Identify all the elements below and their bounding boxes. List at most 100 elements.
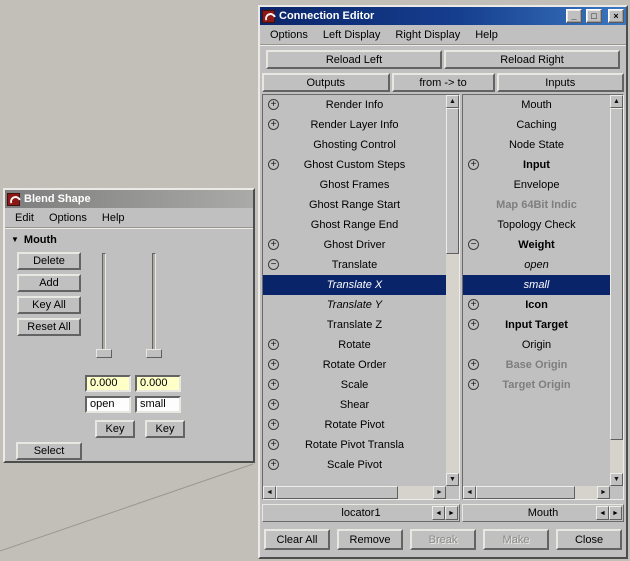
scrollbar-thumb[interactable] bbox=[446, 108, 459, 254]
tree-item-target-origin[interactable]: +Target Origin bbox=[463, 375, 610, 395]
tree-item-shear[interactable]: +Shear bbox=[263, 395, 446, 415]
tree-item-ghost-range-end[interactable]: Ghost Range End bbox=[263, 215, 446, 235]
clear-all-button[interactable]: Clear All bbox=[264, 529, 330, 550]
scroll-left-button[interactable]: ◄ bbox=[263, 486, 276, 499]
expand-icon[interactable]: + bbox=[268, 459, 279, 470]
reset-all-button[interactable]: Reset All bbox=[17, 318, 81, 336]
menu-help[interactable]: Help bbox=[102, 212, 125, 224]
tree-item-translate-y[interactable]: Translate Y bbox=[263, 295, 446, 315]
expand-icon[interactable]: + bbox=[268, 239, 279, 250]
expand-icon[interactable]: + bbox=[268, 379, 279, 390]
tree-item-ghost-range-start[interactable]: Ghost Range Start bbox=[263, 195, 446, 215]
inputs-vertical-scrollbar[interactable]: ▲ ▼ bbox=[610, 95, 623, 486]
expand-icon[interactable]: + bbox=[268, 439, 279, 450]
tree-item-ghost-driver[interactable]: +Ghost Driver bbox=[263, 235, 446, 255]
expand-icon[interactable]: + bbox=[268, 339, 279, 350]
tree-item-render-info[interactable]: +Render Info bbox=[263, 95, 446, 115]
scroll-left-button[interactable]: ◄ bbox=[463, 486, 476, 499]
scroll-down-button[interactable]: ▼ bbox=[446, 473, 459, 486]
outputs-horizontal-scrollbar[interactable]: ◄ ► bbox=[263, 486, 446, 499]
scroll-right-button[interactable]: ► bbox=[433, 486, 446, 499]
menu-options[interactable]: Options bbox=[49, 212, 87, 224]
tree-item-rotate[interactable]: +Rotate bbox=[263, 335, 446, 355]
expand-icon[interactable]: + bbox=[468, 319, 479, 330]
scrollbar-thumb[interactable] bbox=[476, 486, 575, 499]
tree-item-node-state[interactable]: Node State bbox=[463, 135, 610, 155]
select-button[interactable]: Select bbox=[16, 442, 82, 460]
tree-item-open[interactable]: open bbox=[463, 255, 610, 275]
node-scroll-left-button[interactable]: ◄ bbox=[432, 506, 445, 520]
delete-button[interactable]: Delete bbox=[17, 252, 81, 270]
scroll-up-button[interactable]: ▲ bbox=[446, 95, 459, 108]
outputs-vertical-scrollbar[interactable]: ▲ ▼ bbox=[446, 95, 459, 486]
tree-item-caching[interactable]: Caching bbox=[463, 115, 610, 135]
scrollbar-track[interactable] bbox=[446, 108, 459, 473]
connection-editor-titlebar[interactable]: Connection Editor _ □ × bbox=[260, 7, 626, 25]
reload-left-button[interactable]: Reload Left bbox=[266, 50, 442, 69]
slider-handle[interactable] bbox=[96, 349, 112, 358]
inputs-horizontal-scrollbar[interactable]: ◄ ► bbox=[463, 486, 610, 499]
add-button[interactable]: Add bbox=[17, 274, 81, 292]
expand-icon[interactable]: + bbox=[268, 359, 279, 370]
minimize-button[interactable]: _ bbox=[566, 9, 582, 23]
menu-right-display[interactable]: Right Display bbox=[395, 29, 460, 41]
collapse-icon[interactable]: − bbox=[268, 259, 279, 270]
small-weight-slider[interactable] bbox=[146, 253, 162, 363]
small-name-field[interactable]: small bbox=[135, 396, 181, 413]
tree-item-envelope[interactable]: Envelope bbox=[463, 175, 610, 195]
tree-item-input[interactable]: +Input bbox=[463, 155, 610, 175]
tree-item-rotate-order[interactable]: +Rotate Order bbox=[263, 355, 446, 375]
tree-item-mouth[interactable]: Mouth bbox=[463, 95, 610, 115]
tree-item-ghost-custom-steps[interactable]: +Ghost Custom Steps bbox=[263, 155, 446, 175]
right-node-name[interactable]: Mouth bbox=[528, 507, 559, 519]
tree-item-translate[interactable]: −Translate bbox=[263, 255, 446, 275]
expand-icon[interactable]: + bbox=[268, 119, 279, 130]
small-weight-value-field[interactable]: 0.000 bbox=[135, 375, 181, 392]
tree-item-icon[interactable]: +Icon bbox=[463, 295, 610, 315]
blend-shape-titlebar[interactable]: Blend Shape bbox=[5, 190, 253, 208]
from-to-button[interactable]: from -> to bbox=[392, 73, 495, 92]
scrollbar-track[interactable] bbox=[610, 108, 623, 473]
open-key-button[interactable]: Key bbox=[95, 420, 135, 438]
remove-button[interactable]: Remove bbox=[337, 529, 403, 550]
menu-edit[interactable]: Edit bbox=[15, 212, 34, 224]
menu-help[interactable]: Help bbox=[475, 29, 498, 41]
expand-icon[interactable]: + bbox=[468, 299, 479, 310]
scroll-right-button[interactable]: ► bbox=[597, 486, 610, 499]
tree-item-map-64bit-indic[interactable]: Map 64Bit Indic bbox=[463, 195, 610, 215]
left-node-name[interactable]: locator1 bbox=[341, 507, 380, 519]
tree-item-translate-z[interactable]: Translate Z bbox=[263, 315, 446, 335]
open-name-field[interactable]: open bbox=[85, 396, 131, 413]
expand-icon[interactable]: + bbox=[268, 99, 279, 110]
tree-item-input-target[interactable]: +Input Target bbox=[463, 315, 610, 335]
expand-icon[interactable]: + bbox=[468, 379, 479, 390]
slider-handle[interactable] bbox=[146, 349, 162, 358]
tree-item-base-origin[interactable]: +Base Origin bbox=[463, 355, 610, 375]
tree-item-ghost-frames[interactable]: Ghost Frames bbox=[263, 175, 446, 195]
node-scroll-right-button[interactable]: ► bbox=[609, 506, 622, 520]
open-weight-slider[interactable] bbox=[96, 253, 112, 363]
scrollbar-thumb[interactable] bbox=[610, 108, 623, 440]
expand-icon[interactable]: + bbox=[268, 159, 279, 170]
outputs-header-button[interactable]: Outputs bbox=[262, 73, 390, 92]
tree-item-rotate-pivot[interactable]: +Rotate Pivot bbox=[263, 415, 446, 435]
expand-icon[interactable]: + bbox=[468, 159, 479, 170]
open-weight-value-field[interactable]: 0.000 bbox=[85, 375, 131, 392]
tree-item-weight[interactable]: −Weight bbox=[463, 235, 610, 255]
expand-icon[interactable]: + bbox=[468, 359, 479, 370]
scroll-down-button[interactable]: ▼ bbox=[610, 473, 623, 486]
close-icon-button[interactable]: × bbox=[608, 9, 624, 23]
maximize-button[interactable]: □ bbox=[586, 9, 602, 23]
menu-left-display[interactable]: Left Display bbox=[323, 29, 380, 41]
tree-item-ghosting-control[interactable]: Ghosting Control bbox=[263, 135, 446, 155]
expand-icon[interactable]: + bbox=[268, 419, 279, 430]
key-all-button[interactable]: Key All bbox=[17, 296, 81, 314]
mouth-section-header[interactable]: ▼ Mouth bbox=[11, 234, 57, 246]
reload-right-button[interactable]: Reload Right bbox=[444, 50, 620, 69]
menu-options[interactable]: Options bbox=[270, 29, 308, 41]
scrollbar-track[interactable] bbox=[476, 486, 597, 499]
tree-item-render-layer-info[interactable]: +Render Layer Info bbox=[263, 115, 446, 135]
scroll-up-button[interactable]: ▲ bbox=[610, 95, 623, 108]
inputs-header-button[interactable]: Inputs bbox=[497, 73, 625, 92]
tree-item-small[interactable]: small bbox=[463, 275, 610, 295]
